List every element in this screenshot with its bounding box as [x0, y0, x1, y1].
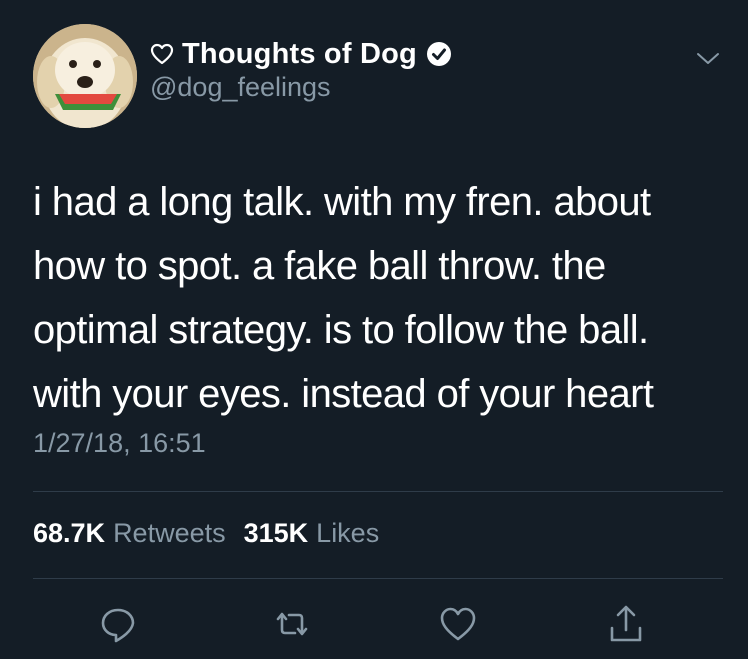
avatar[interactable] [33, 24, 137, 128]
speech-bubble-icon [101, 608, 135, 643]
tweet-stats: 68.7K Retweets 315K Likes [33, 518, 379, 549]
share-button[interactable] [606, 604, 646, 644]
tweet-text-line: with your eyes. instead of your heart [33, 372, 654, 416]
tweet-text-line: how to spot. a fake ball throw. the [33, 244, 606, 288]
dog-avatar-image [33, 24, 137, 128]
tweet-text-line: optimal strategy. is to follow the ball. [33, 308, 649, 352]
retweet-icon [276, 612, 308, 636]
tweet-detail: Thoughts of Dog @dog_feelings i had a lo… [0, 0, 748, 659]
like-button[interactable] [438, 604, 478, 644]
tweet-actions [0, 604, 748, 644]
author-name-row[interactable]: Thoughts of Dog [150, 36, 453, 72]
share-upload-icon [610, 605, 642, 642]
likes-stat[interactable]: 315K Likes [244, 518, 380, 549]
retweets-count: 68.7K [33, 518, 106, 548]
tweet-text: i had a long talk. with my fren. about h… [33, 170, 723, 426]
chevron-down-icon[interactable] [694, 48, 722, 68]
likes-count: 315K [243, 518, 309, 548]
verified-badge-icon [425, 40, 453, 68]
retweet-button[interactable] [272, 604, 312, 644]
retweets-label: Retweets [113, 518, 226, 548]
reply-button[interactable] [98, 604, 138, 644]
divider [33, 491, 723, 492]
retweets-stat[interactable]: 68.7K Retweets [33, 518, 226, 549]
tweet-timestamp: 1/27/18, 16:51 [33, 428, 206, 458]
heart-outline-icon [150, 43, 174, 65]
heart-outline-icon [440, 607, 476, 641]
display-name: Thoughts of Dog [182, 37, 417, 70]
author-handle[interactable]: @dog_feelings [150, 72, 331, 103]
tweet-text-line: i had a long talk. with my fren. about [33, 180, 651, 224]
divider [33, 578, 723, 579]
likes-label: Likes [316, 518, 380, 548]
